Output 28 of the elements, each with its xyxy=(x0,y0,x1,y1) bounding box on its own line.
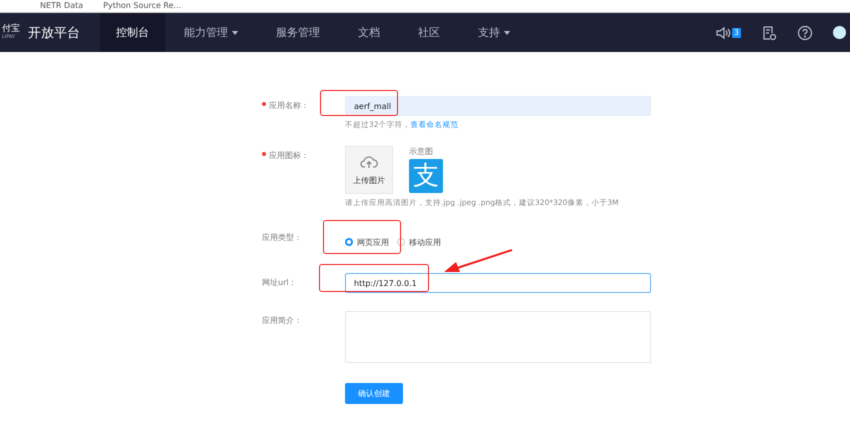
bookmark-link[interactable]: NETR Data xyxy=(40,1,84,11)
user-avatar[interactable] xyxy=(833,26,846,39)
nav-tab[interactable]: 能力管理 xyxy=(165,13,257,52)
app-type-radio[interactable]: 移动应用 xyxy=(397,236,441,248)
help-icon[interactable] xyxy=(797,24,813,40)
sample-label: 示意图 xyxy=(409,146,434,157)
intro-label: 应用简介： xyxy=(262,315,303,327)
platform-title: 开放平台 xyxy=(28,24,80,42)
nav-tab[interactable]: 控制台 xyxy=(100,13,165,52)
nav-tab[interactable]: 社区 xyxy=(399,13,459,52)
speaker-icon[interactable] xyxy=(714,24,731,40)
app-type-radio[interactable]: 网页应用 xyxy=(345,236,389,248)
app-name-field[interactable]: aerf_mall xyxy=(345,96,651,116)
upload-image-button[interactable]: 上传图片 xyxy=(345,146,393,194)
notification-count: 3 xyxy=(732,28,741,38)
app-logo-sample: 支 xyxy=(409,159,443,193)
app-name-label: 应用名称： xyxy=(262,96,345,146)
document-clock-icon[interactable] xyxy=(761,24,777,40)
app-type-label: 应用类型： xyxy=(262,232,303,244)
nav-tab[interactable]: 支持 xyxy=(459,13,529,52)
app-icon-label: 应用图标： xyxy=(262,146,345,228)
url-label: 网址url： xyxy=(262,277,298,289)
nav-tab[interactable]: 服务管理 xyxy=(257,13,339,52)
cloud-upload-icon xyxy=(360,154,378,168)
bookmark-link[interactable]: Python Source Re... xyxy=(103,1,182,11)
annotation-arrow xyxy=(444,249,512,272)
url-field[interactable]: http://127.0.0.1 xyxy=(345,273,651,293)
nav-tab[interactable]: 文档 xyxy=(339,13,399,52)
